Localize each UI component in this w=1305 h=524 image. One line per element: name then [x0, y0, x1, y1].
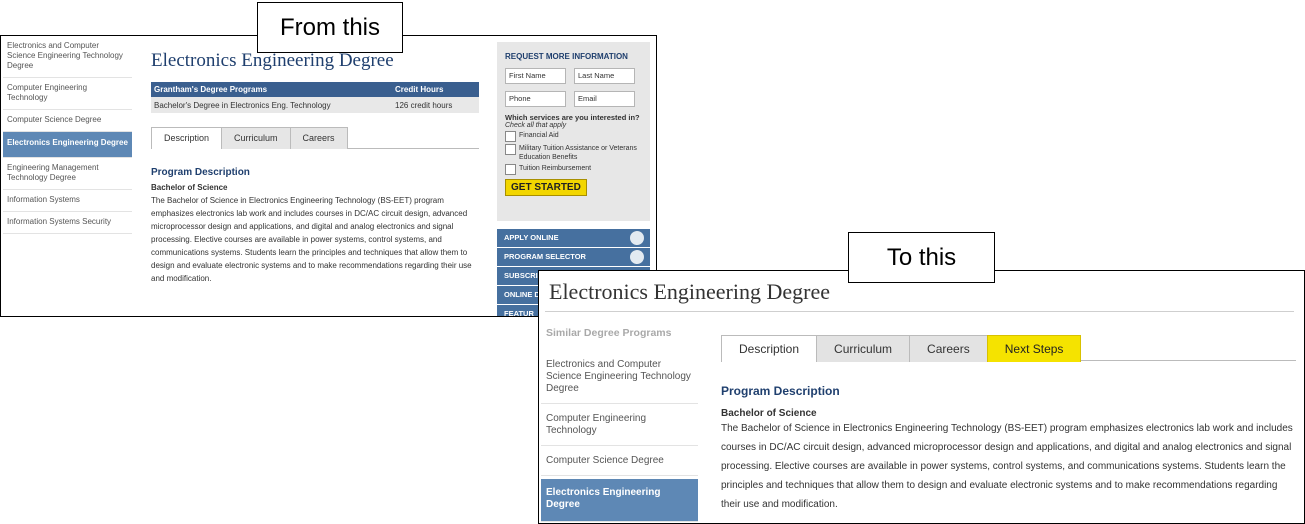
after-screenshot: Electronics Engineering Degree Similar D… — [538, 270, 1305, 524]
program-subheading: Bachelor of Science — [151, 183, 228, 192]
tab-bar: Description Curriculum Careers — [151, 127, 479, 149]
services-question: Which services are you interested in? — [505, 113, 640, 122]
request-info-form: REQUEST MORE INFORMATION First Name Last… — [497, 42, 650, 221]
mouse-icon — [630, 231, 644, 245]
checkbox[interactable] — [505, 131, 516, 142]
tab-careers[interactable]: Careers — [289, 127, 348, 149]
sidebar-item-ecset[interactable]: Electronics and Computer Science Enginee… — [541, 354, 698, 404]
nav-button-label: PROGRAM SELECTOR — [504, 252, 586, 261]
sidebar-item-computer-eng[interactable]: Computer Engineering Technology — [3, 78, 132, 110]
sidebar-item-computer-eng[interactable]: Computer Engineering Technology — [541, 404, 698, 446]
tab-next-steps[interactable]: Next Steps — [986, 335, 1082, 362]
page-title: Electronics Engineering Degree — [549, 279, 830, 304]
sidebar-item-ecset[interactable]: Electronics and Computer Science Enginee… — [3, 36, 132, 78]
program-selector-button[interactable]: PROGRAM SELECTOR — [497, 248, 650, 266]
similar-programs-label: Similar Degree Programs — [546, 327, 672, 339]
after-main: Description Curriculum Careers Next Step… — [721, 335, 1301, 514]
apply-online-button[interactable]: APPLY ONLINE — [497, 229, 650, 247]
sidebar-item-info-systems[interactable]: Information Systems — [3, 190, 132, 212]
table-header-cell: Grantham's Degree Programs — [154, 85, 268, 94]
tab-bar: Description Curriculum Careers Next Step… — [721, 335, 1296, 362]
before-main: Electronics Engineering Degree Grantham'… — [151, 36, 481, 285]
from-caption: From this — [257, 2, 403, 53]
option-label: Military Tuition Assistance or Veterans … — [519, 145, 637, 161]
table-header-cell: Credit Hours — [395, 85, 444, 94]
tab-description[interactable]: Description — [721, 335, 818, 362]
sidebar-item-eng-management[interactable]: Engineering Management Technology Degree — [3, 158, 132, 190]
table-cell: 126 credit hours — [395, 100, 453, 110]
sidebar-item-electronics-eng[interactable]: Electronics Engineering Degree — [3, 132, 132, 158]
nav-button-label: SUBSCRI — [504, 271, 538, 280]
page-title: Electronics Engineering Degree — [151, 50, 394, 71]
nav-button-label: APPLY ONLINE — [504, 233, 559, 242]
selector-icon — [630, 250, 644, 264]
program-heading: Program Description — [151, 167, 250, 178]
to-caption: To this — [848, 232, 995, 283]
sidebar-item-computer-science[interactable]: Computer Science Degree — [3, 110, 132, 132]
before-sidebar: Electronics and Computer Science Enginee… — [3, 36, 132, 234]
tab-curriculum[interactable]: Curriculum — [221, 127, 291, 149]
sidebar-item-info-security[interactable]: Information Systems Security — [3, 212, 132, 234]
degree-table: Grantham's Degree Programs Credit Hours … — [151, 82, 479, 113]
form-title: REQUEST MORE INFORMATION — [505, 52, 628, 61]
last-name-field[interactable]: Last Name — [574, 68, 635, 84]
checkbox[interactable] — [505, 144, 516, 155]
option-military-tuition[interactable]: Military Tuition Assistance or Veterans … — [505, 144, 642, 162]
tab-curriculum[interactable]: Curriculum — [816, 335, 911, 362]
option-label: Tuition Reimbursement — [519, 165, 592, 172]
option-label: Financial Aid — [519, 132, 559, 139]
option-tuition-reimbursement[interactable]: Tuition Reimbursement — [505, 164, 642, 175]
program-heading: Program Description — [721, 384, 840, 398]
title-divider — [545, 311, 1294, 312]
tab-description[interactable]: Description — [151, 127, 223, 149]
email-field[interactable]: Email — [574, 91, 635, 107]
nav-button-label: ONLINE D — [504, 290, 540, 299]
sidebar-item-computer-science[interactable]: Computer Science Degree — [541, 446, 698, 476]
sidebar-item-electronics-eng[interactable]: Electronics Engineering Degree — [541, 479, 698, 522]
first-name-field[interactable]: First Name — [505, 68, 566, 84]
checkbox[interactable] — [505, 164, 516, 175]
program-paragraph: The Bachelor of Science in Electronics E… — [151, 196, 472, 283]
program-paragraph: The Bachelor of Science in Electronics E… — [721, 423, 1293, 510]
after-sidebar: Similar Degree Programs Electronics and … — [541, 325, 698, 522]
option-financial-aid[interactable]: Financial Aid — [505, 131, 642, 142]
table-cell: Bachelor's Degree in Electronics Eng. Te… — [154, 100, 331, 110]
phone-field[interactable]: Phone — [505, 91, 566, 107]
services-hint: Check all that apply — [505, 122, 567, 129]
tab-careers[interactable]: Careers — [909, 335, 988, 362]
program-subheading: Bachelor of Science — [721, 408, 817, 419]
nav-button-label: FEATUR — [504, 309, 534, 317]
table-row: Bachelor's Degree in Electronics Eng. Te… — [151, 97, 479, 113]
get-started-button[interactable]: GET STARTED — [505, 179, 587, 196]
table-header: Grantham's Degree Programs Credit Hours — [151, 82, 479, 97]
